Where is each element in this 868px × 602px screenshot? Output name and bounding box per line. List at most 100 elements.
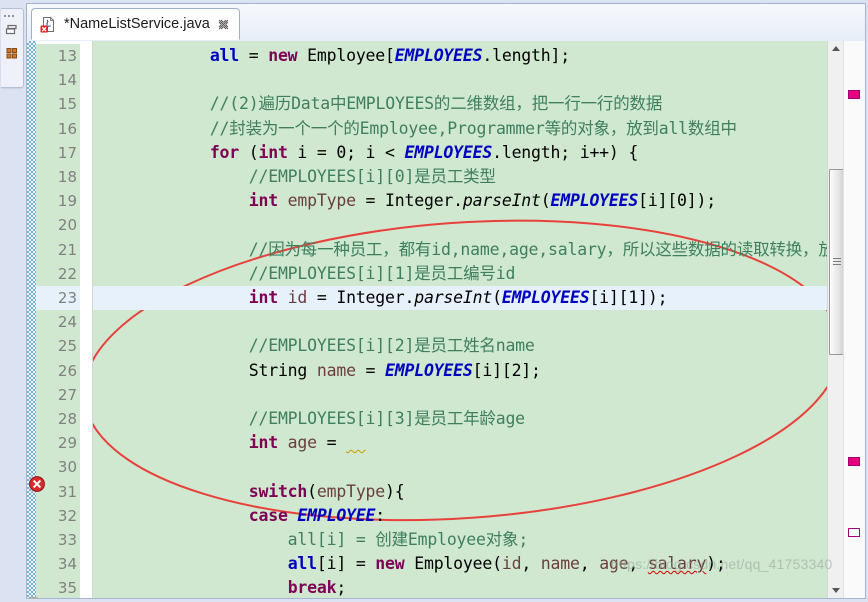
- code-token: ,: [521, 554, 541, 574]
- restore-icon[interactable]: [5, 23, 19, 37]
- line-number: 29: [36, 431, 80, 456]
- code-token: int: [248, 288, 278, 307]
- code-line[interactable]: //因为每一种员工，都有id,name,age,salary，所以这些数据的读取…: [93, 238, 828, 262]
- code-token: break: [287, 578, 337, 598]
- outline-icon[interactable]: [5, 47, 19, 61]
- editor-tab-namelistservice[interactable]: *NameListService.java: [31, 8, 240, 40]
- code-token: EMPLOYEES: [385, 360, 473, 380]
- code-token: [i][1]);: [589, 288, 668, 307]
- line-number: 33: [36, 528, 80, 553]
- code-token: all: [209, 46, 240, 65]
- code-token: case: [248, 505, 288, 525]
- code-line[interactable]: int empType = Integer.parseInt(EMPLOYEES…: [93, 189, 716, 213]
- line-number: 17: [36, 140, 80, 165]
- code-line[interactable]: //EMPLOYEES[i][0]是员工类型: [93, 165, 496, 189]
- code-line[interactable]: //封装为一个一个的Employee,Programmer等的对象，放到all数…: [93, 117, 737, 141]
- code-line[interactable]: //EMPLOYEES[i][3]是员工年龄age: [93, 407, 525, 431]
- code-token: [i]: [316, 554, 347, 574]
- code-token: for: [209, 142, 240, 162]
- folding-ruler[interactable]: [80, 41, 93, 598]
- line-number: 23: [36, 286, 80, 311]
- code-token: //EMPLOYEES[i][3]是员工年龄age: [93, 409, 525, 428]
- code-line[interactable]: String name = EMPLOYEES[i][2];: [93, 359, 541, 383]
- code-token: [i][0]);: [638, 191, 716, 211]
- code-token: EMPLOYEES: [501, 288, 590, 307]
- code-line[interactable]: //EMPLOYEES[i][1]是员工编号id: [93, 262, 516, 286]
- code-token: switch: [248, 481, 308, 501]
- code-token: (: [492, 288, 502, 307]
- code-token: //EMPLOYEES[i][1]是员工编号id: [93, 263, 516, 283]
- line-number: 20: [36, 213, 80, 238]
- code-line[interactable]: break;: [93, 576, 347, 598]
- minimized-view-stack[interactable]: [1, 8, 24, 88]
- code-token: i = 0; i <: [287, 142, 405, 162]
- code-token: (: [540, 191, 551, 211]
- code-token: all: [287, 554, 317, 574]
- overview-ruler-mark[interactable]: [848, 528, 860, 537]
- error-marker-line-29[interactable]: [28, 475, 48, 495]
- code-token: new: [375, 554, 405, 574]
- code-text-area[interactable]: all = new Employee[EMPLOYEES.length]; //…: [93, 41, 828, 598]
- warning-squiggle: [346, 433, 365, 452]
- line-number: 21: [36, 237, 80, 262]
- code-line[interactable]: //(2)遍历Data中EMPLOYEES的二维数组，把一行一行的数据: [93, 92, 663, 116]
- code-token: name: [540, 554, 580, 574]
- java-file-error-icon: [40, 16, 57, 33]
- vertical-scrollbar[interactable]: [827, 41, 845, 598]
- code-token: //封装为一个一个的Employee,Programmer等的对象，放到all数…: [93, 118, 737, 138]
- line-number: 32: [36, 503, 80, 528]
- code-line[interactable]: int age =: [93, 431, 366, 455]
- code-token: EMPLOYEE: [297, 505, 376, 525]
- code-token: String: [248, 360, 308, 380]
- code-token: [i][2];: [472, 360, 541, 380]
- line-number: 16: [36, 116, 80, 141]
- line-number: 25: [36, 334, 80, 359]
- drag-handle-dots[interactable]: [4, 13, 19, 18]
- line-number: 26: [36, 358, 80, 383]
- code-line[interactable]: for (int i = 0; i < EMPLOYEES.length; i+…: [93, 141, 639, 165]
- line-number: 19: [36, 189, 80, 214]
- code-line[interactable]: switch(empType){: [93, 480, 405, 504]
- eclipse-window: *NameListService.java 13 14 15 16 17 18 19 20 21…: [0, 0, 868, 602]
- code-line[interactable]: case EMPLOYEE:: [93, 504, 385, 528]
- code-token: id: [501, 554, 522, 574]
- code-token: int: [258, 142, 288, 162]
- close-icon[interactable]: [217, 18, 230, 31]
- error-warning-marker-line-34[interactable]: [28, 596, 48, 598]
- line-number: 15: [36, 92, 80, 117]
- line-number-ruler: 13 14 15 16 17 18 19 20 21 22 23 24 25 26 27 28 29 30 31 32…: [36, 41, 80, 598]
- code-line[interactable]: all = new Employee[EMPLOYEES.length];: [93, 44, 570, 68]
- code-token: =: [346, 554, 376, 574]
- scroll-down-arrow[interactable]: [828, 582, 844, 598]
- code-token: ;: [336, 578, 347, 598]
- code-token: ){: [385, 481, 405, 501]
- code-line[interactable]: //EMPLOYEES[i][2]是员工姓名name: [93, 334, 535, 358]
- code-token: ,: [579, 554, 600, 574]
- overview-ruler[interactable]: [843, 41, 865, 598]
- code-token: = Integer.: [307, 288, 415, 307]
- overview-ruler-mark[interactable]: [848, 90, 860, 99]
- editor-tab-label: *NameListService.java: [64, 16, 210, 32]
- java-source-editor[interactable]: 13 14 15 16 17 18 19 20 21 22 23 24 25 26 27 28 29 30 31 32…: [26, 41, 866, 599]
- code-token: :: [375, 505, 386, 525]
- code-token: int: [248, 433, 278, 453]
- change-ruler: [27, 41, 36, 598]
- line-number: 14: [36, 68, 80, 93]
- code-token: =: [355, 360, 386, 380]
- overview-ruler-mark[interactable]: [848, 457, 860, 466]
- code-line[interactable]: int id = Integer.parseInt(EMPLOYEES[i][1…: [93, 286, 668, 310]
- line-number: 28: [36, 407, 80, 432]
- code-token: = Integer.: [355, 191, 464, 211]
- code-line[interactable]: // all[i] = 创建Employee对象;: [93, 528, 529, 552]
- code-token: =: [316, 433, 347, 453]
- line-number: 27: [36, 382, 80, 407]
- code-token: Employee[: [297, 46, 395, 65]
- code-token: age: [277, 433, 317, 453]
- scroll-up-arrow[interactable]: [828, 41, 844, 57]
